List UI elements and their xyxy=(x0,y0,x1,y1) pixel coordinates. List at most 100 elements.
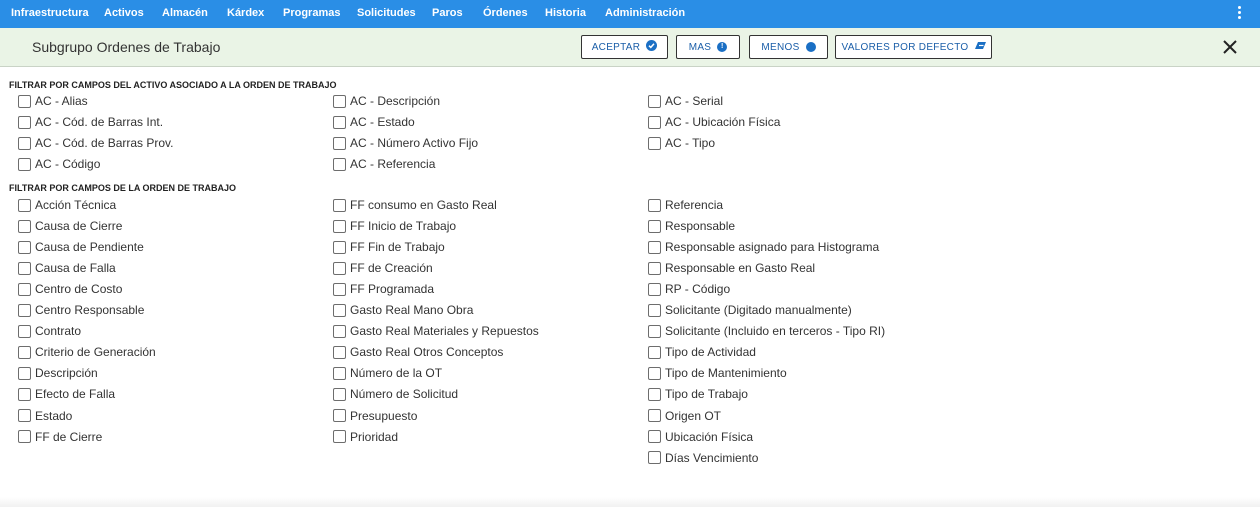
checkbox[interactable] xyxy=(18,430,31,444)
checkbox-option[interactable]: FF consumo en Gasto Real xyxy=(333,196,497,214)
checkbox-option[interactable]: AC - Estado xyxy=(333,113,415,131)
aceptar-button[interactable]: ACEPTAR xyxy=(581,35,668,59)
checkbox-option[interactable]: Solicitante (Incluido en terceros - Tipo… xyxy=(648,322,885,340)
checkbox-option[interactable]: Criterio de Generación xyxy=(18,343,156,361)
checkbox[interactable] xyxy=(648,198,661,212)
nav-item-infraestructura[interactable]: Infraestructura xyxy=(11,7,89,19)
checkbox-option[interactable]: FF Fin de Trabajo xyxy=(333,238,445,256)
checkbox-option[interactable]: AC - Tipo xyxy=(648,134,715,152)
checkbox[interactable] xyxy=(648,219,661,233)
checkbox-option[interactable]: FF de Cierre xyxy=(18,428,102,446)
checkbox[interactable] xyxy=(333,409,346,422)
checkbox[interactable] xyxy=(333,261,346,275)
checkbox-option[interactable]: Responsable asignado para Histograma xyxy=(648,238,879,256)
checkbox-option[interactable]: Número de la OT xyxy=(333,364,442,382)
checkbox[interactable] xyxy=(648,303,661,317)
checkbox-option[interactable]: Gasto Real Mano Obra xyxy=(333,301,473,319)
checkbox[interactable] xyxy=(18,219,31,233)
checkbox[interactable] xyxy=(648,115,661,129)
checkbox-option[interactable]: Tipo de Mantenimiento xyxy=(648,364,787,382)
checkbox[interactable] xyxy=(18,198,31,212)
checkbox-option[interactable]: Prioridad xyxy=(333,428,398,446)
checkbox-option[interactable]: FF Programada xyxy=(333,280,434,298)
checkbox-option[interactable]: AC - Serial xyxy=(648,92,723,110)
checkbox[interactable] xyxy=(648,136,661,150)
checkbox-option[interactable]: AC - Referencia xyxy=(333,155,435,173)
checkbox-option[interactable]: Centro Responsable xyxy=(18,301,144,319)
checkbox[interactable] xyxy=(333,198,346,212)
checkbox-option[interactable]: Ubicación Física xyxy=(648,428,753,446)
checkbox[interactable] xyxy=(333,219,346,233)
checkbox[interactable] xyxy=(333,430,346,444)
checkbox-option[interactable]: AC - Ubicación Física xyxy=(648,113,780,131)
checkbox[interactable] xyxy=(333,115,346,129)
checkbox-option[interactable]: FF de Creación xyxy=(333,259,433,277)
checkbox-option[interactable]: Causa de Falla xyxy=(18,259,116,277)
checkbox-option[interactable]: Origen OT xyxy=(648,407,721,425)
checkbox[interactable] xyxy=(333,303,346,317)
nav-item-ordenes[interactable]: Órdenes xyxy=(483,7,528,19)
checkbox[interactable] xyxy=(333,157,346,171)
kebab-menu-icon[interactable] xyxy=(1236,4,1242,24)
checkbox[interactable] xyxy=(18,387,31,401)
checkbox[interactable] xyxy=(648,387,661,401)
checkbox-option[interactable]: AC - Código xyxy=(18,155,100,173)
checkbox-option[interactable]: Responsable xyxy=(648,217,735,235)
checkbox-option[interactable]: RP - Código xyxy=(648,280,730,298)
checkbox[interactable] xyxy=(18,240,31,254)
nav-item-historia[interactable]: Historia xyxy=(545,7,586,19)
checkbox-option[interactable]: Referencia xyxy=(648,196,723,214)
checkbox-option[interactable]: Descripción xyxy=(18,364,98,382)
nav-item-almacen[interactable]: Almacén xyxy=(162,7,208,19)
checkbox[interactable] xyxy=(18,366,31,380)
checkbox[interactable] xyxy=(18,115,31,129)
checkbox-option[interactable]: Gasto Real Materiales y Repuestos xyxy=(333,322,539,340)
checkbox[interactable] xyxy=(648,409,661,422)
nav-item-activos[interactable]: Activos xyxy=(104,7,144,19)
checkbox[interactable] xyxy=(648,94,661,108)
checkbox-option[interactable]: Centro de Costo xyxy=(18,280,122,298)
checkbox-option[interactable]: Responsable en Gasto Real xyxy=(648,259,815,277)
nav-item-administracion[interactable]: Administración xyxy=(605,7,685,19)
checkbox-option[interactable]: Efecto de Falla xyxy=(18,385,115,403)
checkbox-option[interactable]: Acción Técnica xyxy=(18,196,116,214)
checkbox-option[interactable]: Presupuesto xyxy=(333,407,417,425)
checkbox[interactable] xyxy=(333,240,346,254)
checkbox[interactable] xyxy=(18,409,31,422)
checkbox-option[interactable]: Número de Solicitud xyxy=(333,385,458,403)
checkbox[interactable] xyxy=(333,282,346,296)
nav-item-paros[interactable]: Paros xyxy=(432,7,463,19)
checkbox[interactable] xyxy=(333,345,346,359)
checkbox[interactable] xyxy=(648,282,661,296)
checkbox-option[interactable]: Tipo de Trabajo xyxy=(648,385,748,403)
checkbox-option[interactable]: Estado xyxy=(18,407,72,425)
checkbox[interactable] xyxy=(648,366,661,380)
checkbox[interactable] xyxy=(333,324,346,338)
menos-button[interactable]: MENOS xyxy=(749,35,828,59)
checkbox[interactable] xyxy=(648,261,661,275)
checkbox[interactable] xyxy=(648,240,661,254)
checkbox-option[interactable]: AC - Cód. de Barras Prov. xyxy=(18,134,174,152)
checkbox-option[interactable]: Gasto Real Otros Conceptos xyxy=(333,343,503,361)
checkbox[interactable] xyxy=(18,324,31,338)
checkbox[interactable] xyxy=(18,136,31,150)
checkbox-option[interactable]: Solicitante (Digitado manualmente) xyxy=(648,301,852,319)
checkbox-option[interactable]: FF Inicio de Trabajo xyxy=(333,217,456,235)
checkbox[interactable] xyxy=(648,324,661,338)
checkbox[interactable] xyxy=(648,451,661,465)
valores-por-defecto-button[interactable]: VALORES POR DEFECTO xyxy=(835,35,992,59)
checkbox[interactable] xyxy=(648,430,661,444)
checkbox[interactable] xyxy=(18,94,31,108)
close-icon[interactable] xyxy=(1220,37,1240,57)
mas-button[interactable]: MAS ! xyxy=(676,35,740,59)
checkbox-option[interactable]: Causa de Cierre xyxy=(18,217,122,235)
checkbox[interactable] xyxy=(333,136,346,150)
checkbox[interactable] xyxy=(18,157,31,171)
checkbox-option[interactable]: AC - Cód. de Barras Int. xyxy=(18,113,163,131)
checkbox-option[interactable]: AC - Alias xyxy=(18,92,88,110)
checkbox[interactable] xyxy=(18,282,31,296)
checkbox-option[interactable]: AC - Descripción xyxy=(333,92,440,110)
checkbox[interactable] xyxy=(648,345,661,359)
nav-item-programas[interactable]: Programas xyxy=(283,7,340,19)
checkbox[interactable] xyxy=(18,261,31,275)
